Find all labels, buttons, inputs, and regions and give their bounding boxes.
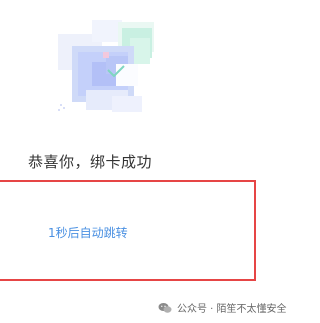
success-illustration xyxy=(56,16,166,126)
watermark: 公众号 · 陌笙不太懂安全 xyxy=(158,300,287,315)
highlight-box xyxy=(0,180,256,281)
watermark-text: 公众号 · 陌笙不太懂安全 xyxy=(177,304,287,315)
bind-card-success-page: 恭喜你，绑卡成功 1秒后自动跳转 公众号 · 陌笙不太懂安全 xyxy=(0,0,310,323)
redirect-countdown-text: 1秒后自动跳转 xyxy=(48,226,128,240)
success-title: 恭喜你，绑卡成功 xyxy=(28,153,153,171)
wechat-icon xyxy=(158,302,172,314)
card-graphic-icon xyxy=(58,20,154,112)
